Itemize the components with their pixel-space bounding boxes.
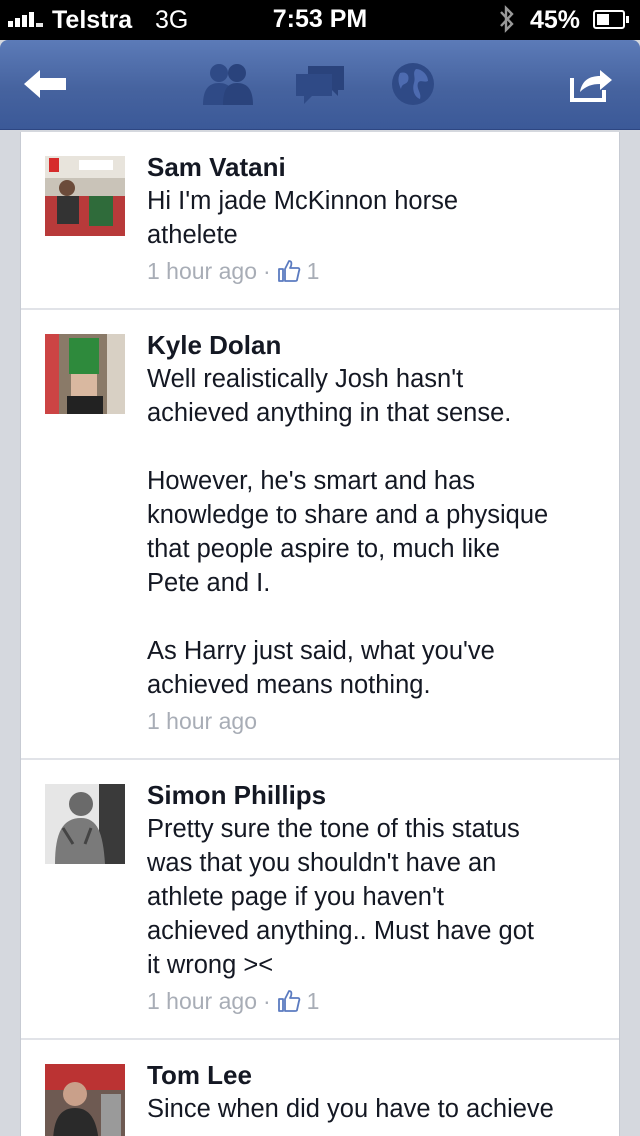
share-button[interactable]: [562, 58, 618, 110]
comment-item: Tom Lee Since when did you have to achie…: [21, 1040, 619, 1136]
thumbs-up-icon[interactable]: [277, 989, 301, 1013]
share-icon: [570, 70, 612, 102]
comment-text: Hi I'm jade McKinnon horse athelete: [147, 187, 459, 249]
comment-meta: 1 hour ago · 1: [147, 984, 595, 1018]
avatar[interactable]: [45, 156, 125, 236]
battery-percent: 45%: [530, 6, 581, 34]
notifications-button[interactable]: [385, 58, 441, 110]
comment-time: 1 hour ago: [147, 258, 257, 284]
comment-time: 1 hour ago: [147, 708, 257, 734]
comment-meta: 1 hour ago: [147, 704, 595, 738]
separator-dot: ·: [262, 258, 271, 284]
comment-time: 1 hour ago: [147, 988, 257, 1014]
comment-author[interactable]: Tom Lee: [147, 1058, 595, 1092]
avatar[interactable]: [45, 334, 125, 414]
status-bar: Telstra 3G 7:53 PM 45%: [0, 0, 640, 40]
messages-button[interactable]: [292, 58, 348, 110]
bluetooth-icon: [500, 5, 514, 33]
comment-meta: 1 hour ago · 1: [147, 254, 595, 288]
friends-icon: [203, 64, 253, 105]
comment-author[interactable]: Simon Phillips: [147, 778, 595, 812]
comment-list[interactable]: Sam Vatani Hi I'm jade McKinnon horse at…: [20, 132, 620, 1136]
battery-icon: [593, 10, 629, 29]
comment-item: Simon Phillips Pretty sure the tone of t…: [21, 760, 619, 1040]
comment-text: Since when did you have to achieve: [147, 1095, 554, 1123]
avatar[interactable]: [45, 784, 125, 864]
comment-author[interactable]: Sam Vatani: [147, 150, 595, 184]
comment-author[interactable]: Kyle Dolan: [147, 328, 595, 362]
nav-bar: [0, 40, 640, 130]
separator-dot: ·: [262, 988, 271, 1014]
messages-icon: [296, 66, 344, 104]
comment-item: Kyle Dolan Well realistically Josh hasn'…: [21, 310, 619, 760]
friend-requests-button[interactable]: [200, 58, 256, 110]
like-count: 1: [306, 258, 320, 284]
thumbs-up-icon[interactable]: [277, 259, 301, 283]
avatar[interactable]: [45, 1064, 125, 1136]
back-arrow-icon: [24, 70, 66, 98]
comment-text: Pretty sure the tone of this status was …: [147, 815, 534, 979]
like-count: 1: [306, 988, 320, 1014]
comment-text: Well realistically Josh hasn't achieved …: [147, 365, 549, 699]
comment-item: Sam Vatani Hi I'm jade McKinnon horse at…: [21, 132, 619, 310]
back-button[interactable]: [18, 58, 72, 110]
globe-icon: [392, 63, 434, 105]
